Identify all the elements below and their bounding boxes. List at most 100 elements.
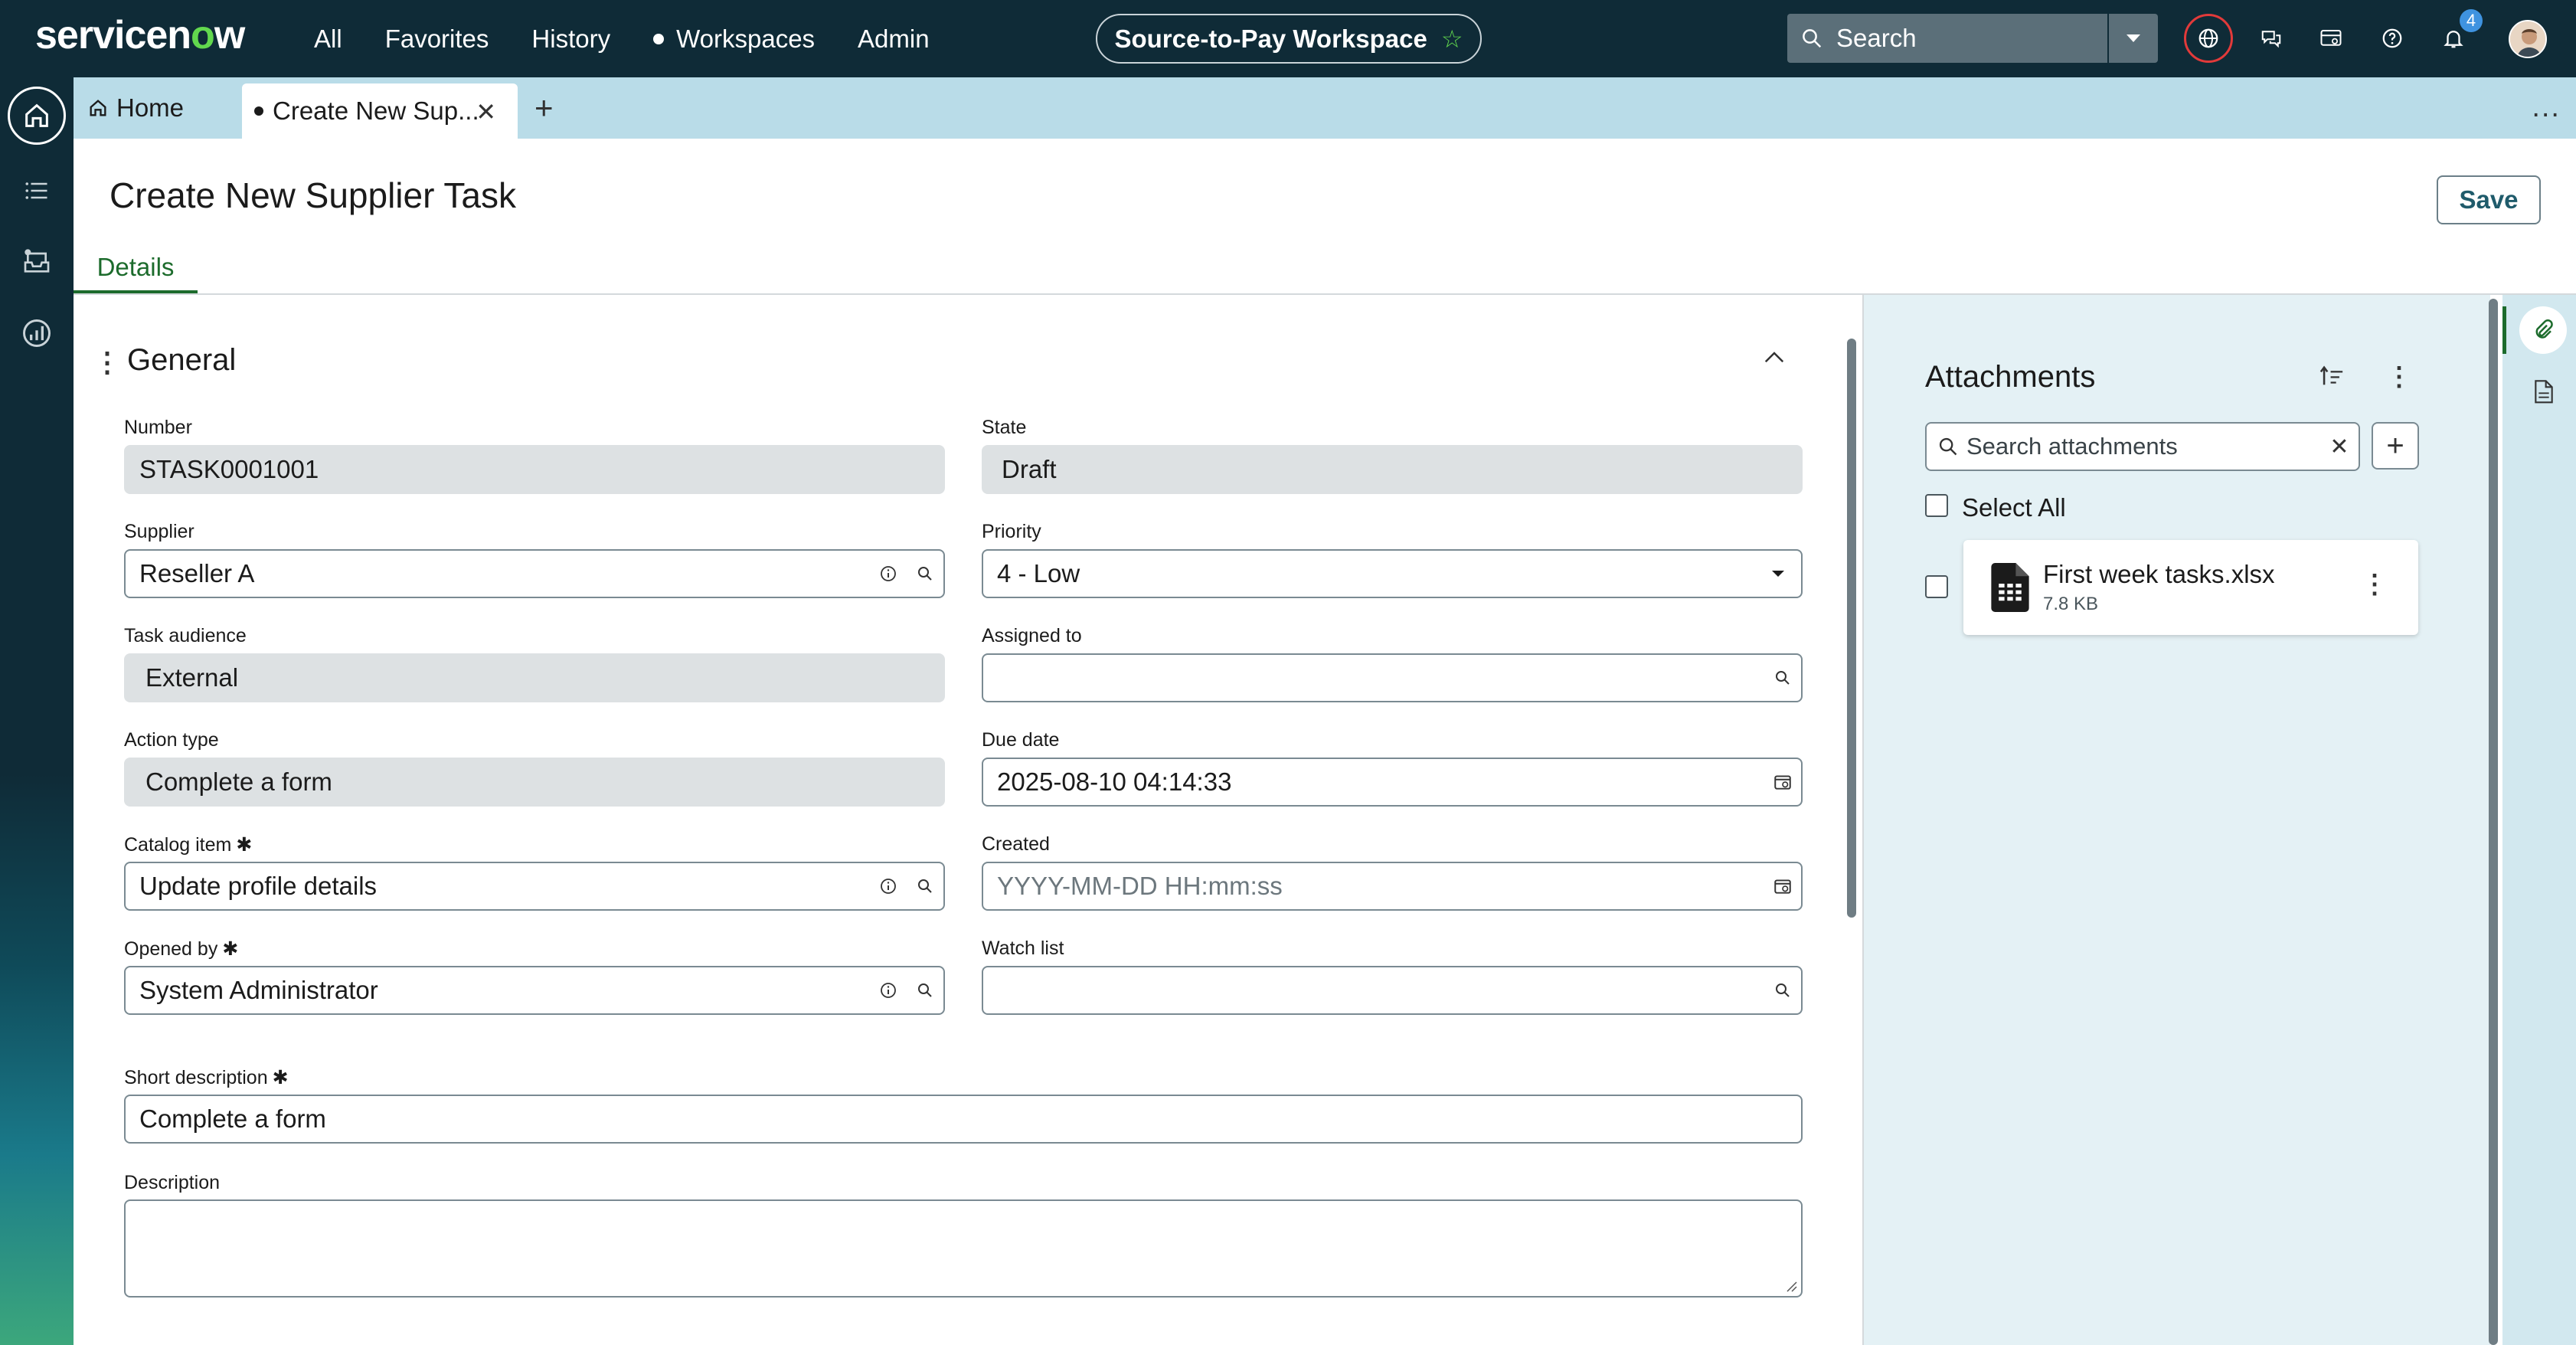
unsaved-dot: [254, 106, 263, 116]
notification-badge: 4: [2460, 9, 2483, 32]
list-icon[interactable]: [12, 166, 61, 215]
state-value: Draft: [1002, 455, 1057, 483]
main-scrollbar[interactable]: [1847, 339, 1856, 918]
workspaces-dot: [653, 33, 665, 44]
tab-home[interactable]: Home: [87, 77, 184, 139]
assigned-to-label: Assigned to: [982, 625, 1082, 646]
add-attachment-button[interactable]: +: [2372, 422, 2419, 470]
supplier-field[interactable]: Reseller A: [124, 549, 945, 598]
task-audience-field: External: [124, 653, 945, 702]
opened-by-label-text: Opened by: [124, 938, 218, 960]
task-audience-label: Task audience: [124, 625, 247, 646]
chevron-down-icon: [2127, 34, 2140, 42]
due-date-field[interactable]: 2025-08-10 04:14:33: [982, 758, 1803, 807]
search-icon: [1939, 437, 1957, 456]
add-tab-button[interactable]: +: [534, 77, 554, 139]
short-description-field[interactable]: Complete a form: [124, 1095, 1803, 1144]
opened-by-field[interactable]: System Administrator: [124, 966, 945, 1015]
chat-icon[interactable]: [2247, 14, 2296, 63]
kebab-icon[interactable]: ⋮: [2362, 569, 2388, 600]
description-label: Description: [124, 1172, 221, 1193]
attachment-card[interactable]: First week tasks.xlsx 7.8 KB ⋮: [1963, 540, 2418, 635]
globe-icon[interactable]: [2184, 14, 2233, 63]
required-mark: ✱: [222, 938, 239, 960]
kebab-icon[interactable]: ⋮: [2386, 362, 2412, 392]
search-icon[interactable]: [1764, 655, 1801, 701]
more-options-icon[interactable]: ...: [2532, 91, 2561, 124]
priority-value: 4 - Low: [997, 559, 1080, 587]
calendar-icon[interactable]: [1764, 863, 1801, 909]
tab-details[interactable]: Details: [74, 244, 198, 294]
search-icon[interactable]: [1764, 967, 1801, 1013]
workspace-pill[interactable]: Source-to-Pay Workspace ☆: [1096, 14, 1482, 64]
section-kebab-icon[interactable]: ⋮: [93, 346, 121, 378]
number-label: Number: [124, 417, 192, 438]
tab-create-supplier-task[interactable]: Create New Sup... ✕: [242, 83, 518, 139]
created-field[interactable]: YYYY-MM-DD HH:mm:ss: [982, 862, 1803, 911]
attachments-search-input[interactable]: Search attachments ✕: [1925, 422, 2360, 471]
short-description-label-text: Short description: [124, 1067, 268, 1088]
description-textarea[interactable]: [124, 1199, 1803, 1298]
menu-admin[interactable]: Admin: [858, 25, 930, 54]
sort-icon[interactable]: [2319, 365, 2345, 394]
menu-workspaces[interactable]: Workspaces: [653, 25, 815, 54]
home-icon[interactable]: [8, 87, 66, 145]
supplier-label: Supplier: [124, 521, 195, 542]
file-checkbox[interactable]: [1925, 575, 1948, 598]
opened-by-value: System Administrator: [139, 976, 378, 1004]
analytics-icon[interactable]: [12, 309, 61, 358]
search-label: Search: [1836, 24, 1917, 52]
action-type-field: Complete a form: [124, 758, 945, 807]
card-icon[interactable]: [2306, 14, 2355, 63]
menu-all[interactable]: All: [314, 25, 342, 54]
document-icon[interactable]: [2529, 377, 2559, 407]
section-title: General: [127, 343, 237, 377]
avatar[interactable]: [2509, 20, 2547, 58]
required-mark: ✱: [272, 1067, 289, 1088]
servicenow-logo[interactable]: servicenow: [35, 12, 245, 58]
help-icon[interactable]: [2368, 14, 2417, 63]
task-audience-value: External: [145, 663, 239, 692]
home-small-icon: [90, 100, 106, 116]
select-all-checkbox[interactable]: [1925, 494, 1948, 517]
info-icon[interactable]: [870, 551, 907, 597]
close-icon[interactable]: ✕: [476, 97, 496, 126]
catalog-item-label-text: Catalog item: [124, 834, 232, 856]
due-date-value: 2025-08-10 04:14:33: [997, 767, 1232, 796]
search-icon[interactable]: [907, 967, 943, 1013]
page-title: Create New Supplier Task: [110, 175, 516, 215]
opened-by-label: Opened by ✱: [124, 938, 238, 960]
info-icon[interactable]: [870, 967, 907, 1013]
contextual-rail: [2502, 295, 2576, 1345]
global-search[interactable]: Search: [1787, 14, 2158, 63]
priority-select[interactable]: 4 - Low: [982, 549, 1803, 598]
catalog-item-value: Update profile details: [139, 872, 378, 900]
action-type-label: Action type: [124, 729, 219, 751]
search-icon[interactable]: [907, 863, 943, 909]
menu-history[interactable]: History: [531, 25, 610, 54]
watch-list-label: Watch list: [982, 938, 1064, 959]
clear-icon[interactable]: ✕: [2320, 434, 2359, 460]
select-all-label: Select All: [1962, 493, 2066, 522]
search-icon[interactable]: [907, 551, 943, 597]
file-name: First week tasks.xlsx: [2043, 560, 2275, 588]
search-scope-dropdown[interactable]: [2107, 14, 2158, 63]
chevron-down-icon[interactable]: [1755, 568, 1801, 579]
paperclip-icon[interactable]: [2519, 306, 2567, 354]
state-field: Draft: [982, 445, 1803, 494]
watch-list-field[interactable]: [982, 966, 1803, 1015]
attachments-scrollbar[interactable]: [2489, 299, 2498, 1345]
inbox-icon[interactable]: [12, 237, 61, 286]
calendar-icon[interactable]: [1764, 759, 1801, 805]
assigned-to-field[interactable]: [982, 653, 1803, 702]
due-date-label: Due date: [982, 729, 1060, 751]
save-button[interactable]: Save: [2437, 175, 2541, 224]
resize-handle-icon[interactable]: [1784, 1279, 1798, 1293]
chevron-up-icon[interactable]: [1763, 342, 1786, 371]
menu-favorites[interactable]: Favorites: [385, 25, 489, 54]
number-value: STASK0001001: [139, 455, 319, 483]
info-icon[interactable]: [870, 863, 907, 909]
catalog-item-field[interactable]: Update profile details: [124, 862, 945, 911]
star-icon[interactable]: ☆: [1441, 25, 1463, 54]
required-mark: ✱: [236, 834, 253, 856]
